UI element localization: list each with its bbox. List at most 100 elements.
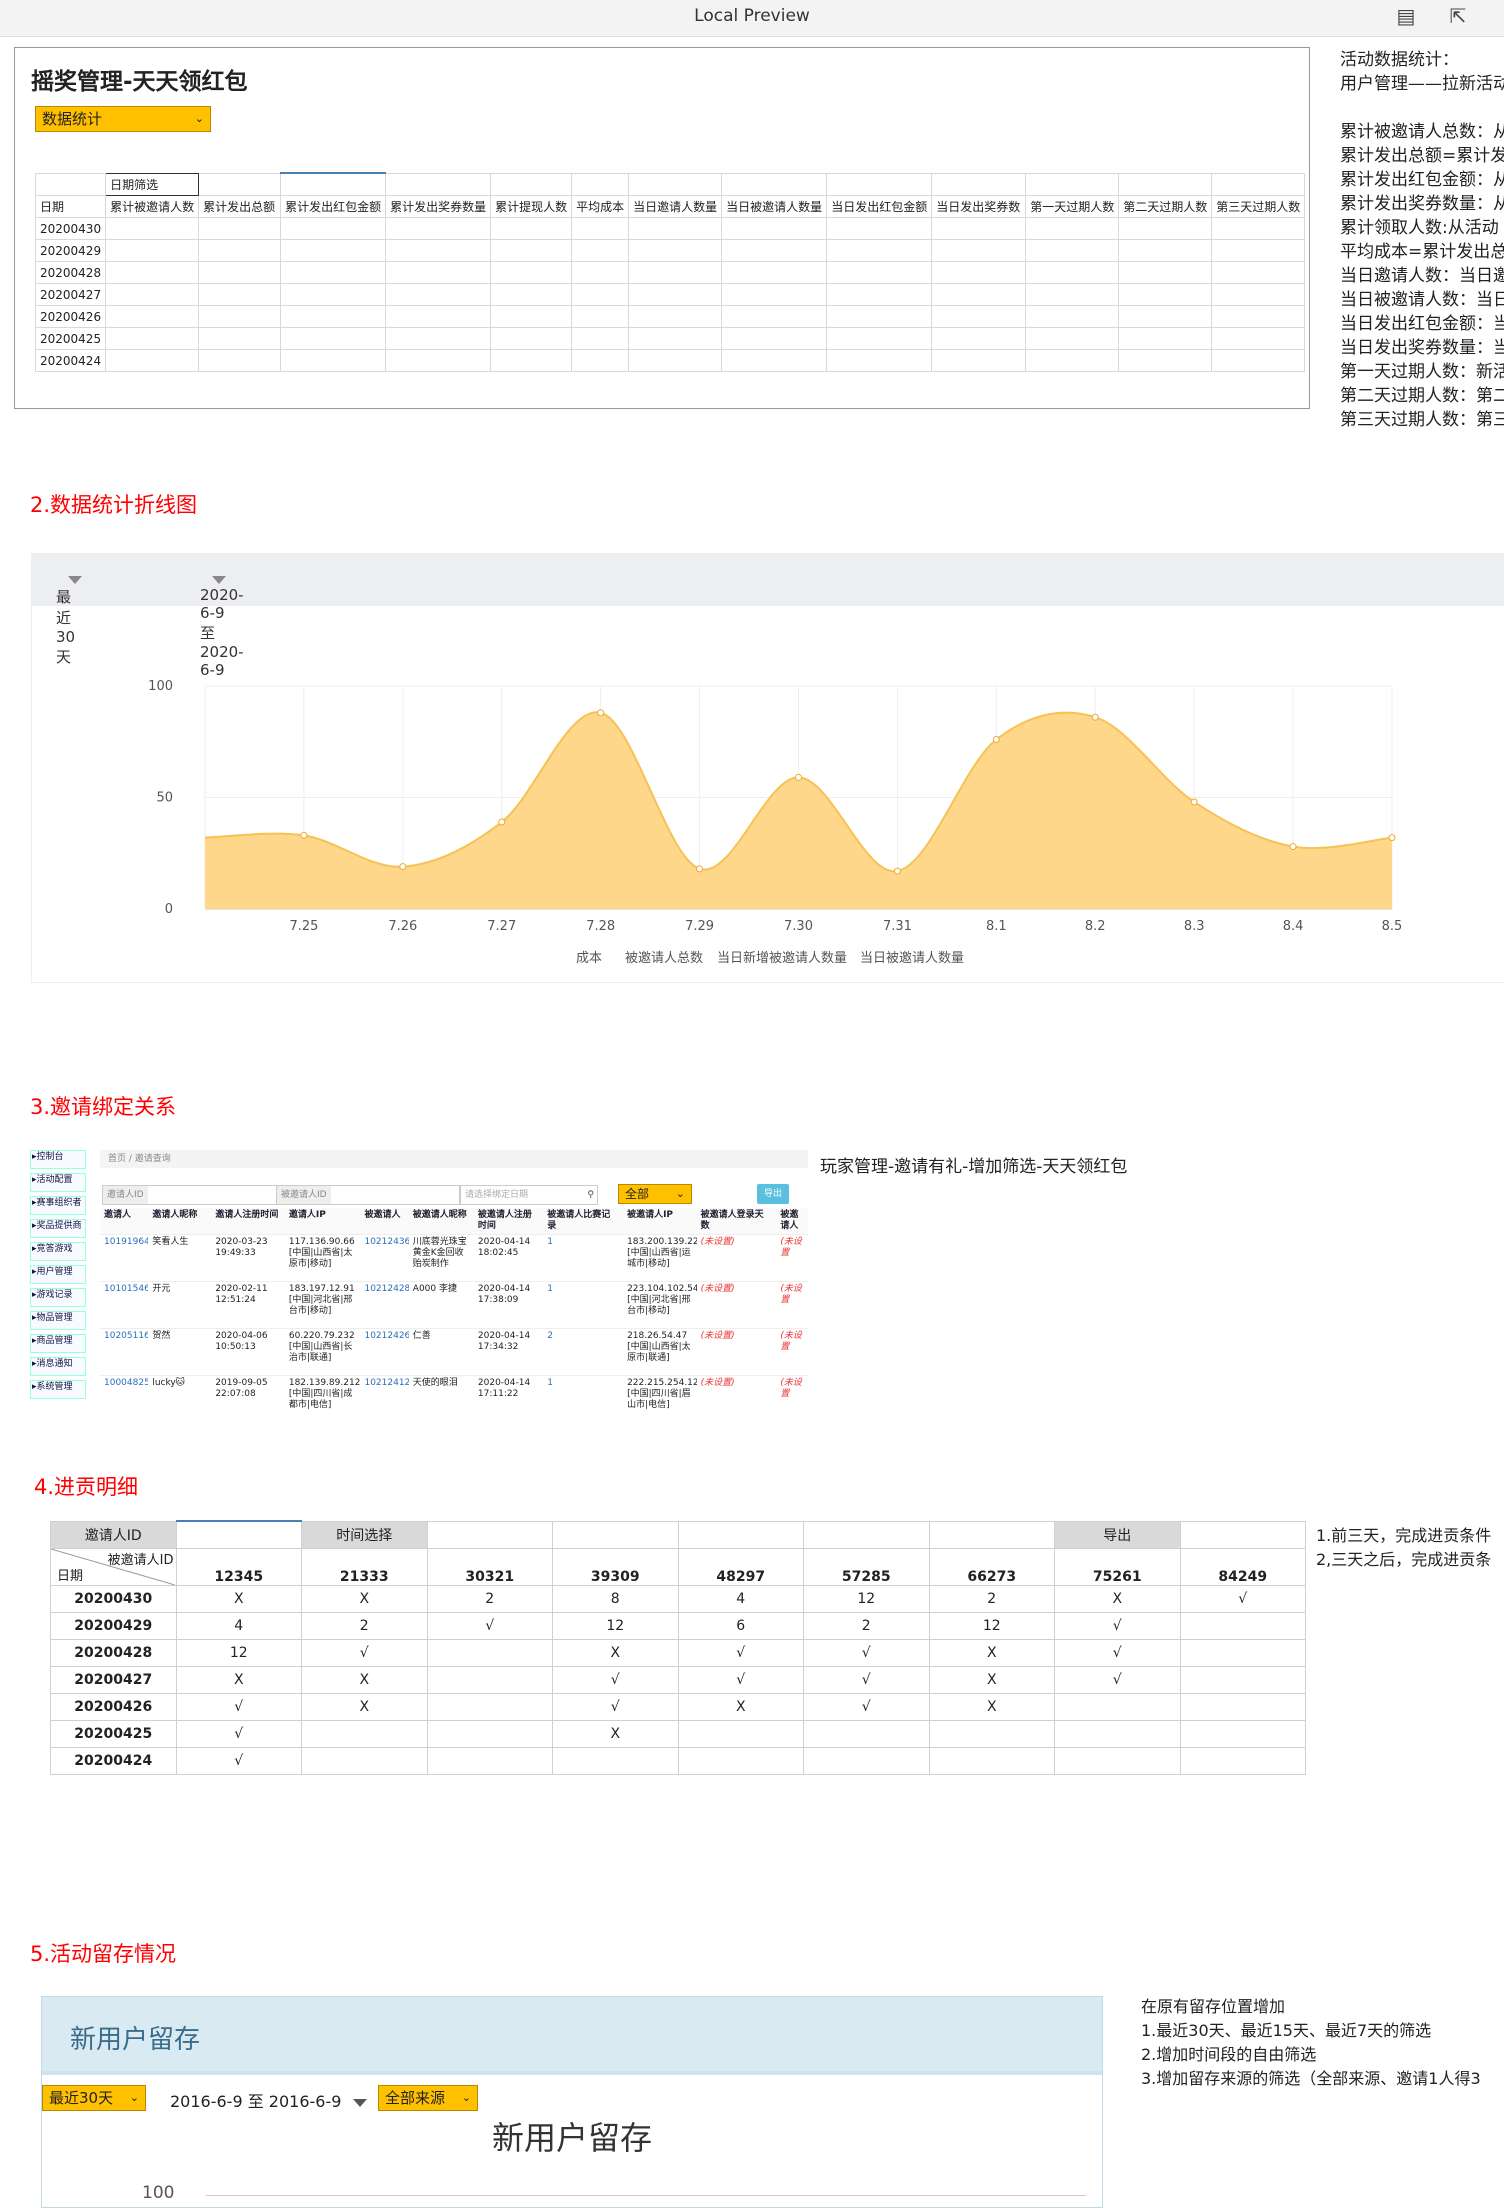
export-icon[interactable]: ⇱ [1446, 4, 1470, 28]
sidebar-item[interactable]: ▸消息通知 [30, 1357, 86, 1376]
breadcrumb-current: 邀请查询 [134, 1154, 171, 1164]
table-cell[interactable]: 10212412 [360, 1375, 409, 1416]
range-dropdown[interactable]: 最近30天 [56, 570, 82, 666]
sidebar-item[interactable]: ▸物品管理 [30, 1311, 86, 1330]
data-cell: X [928, 1666, 1055, 1694]
data-point[interactable] [300, 831, 308, 839]
data-cell [280, 217, 387, 240]
sidebar-item[interactable]: ▸奖品提供商 [30, 1219, 86, 1238]
column-header: 当日邀请人数量 [628, 195, 723, 218]
data-point[interactable] [696, 865, 704, 873]
column-header: 当日发出红包金额 [826, 195, 933, 218]
invitee-id-input[interactable]: 被邀请人ID [276, 1185, 460, 1205]
inviter-id-input[interactable]: 邀请人ID [102, 1185, 280, 1205]
column-header: 平均成本 [571, 195, 630, 218]
date-range-picker[interactable]: 2020-6-9 至 2020-6-9 [200, 570, 244, 679]
reader-icon[interactable]: ▤ [1394, 4, 1418, 28]
filter-row: 邀请人ID 时间选择 导出 [50, 1520, 1306, 1549]
inviter-id-filter[interactable]: 邀请人ID [50, 1520, 177, 1549]
data-cell [721, 283, 828, 306]
export-button[interactable]: 导出 [1054, 1520, 1181, 1549]
sidebar-item[interactable]: ▸活动配置 [30, 1173, 86, 1192]
sidebar-item[interactable]: ▸竞答游戏 [30, 1242, 86, 1261]
column-header: 第二天过期人数 [1118, 195, 1213, 218]
search-icon[interactable]: ⚲ [587, 1186, 594, 1204]
sidebar-item-label: 竞答游戏 [36, 1244, 73, 1254]
data-cell: 2 [928, 1585, 1055, 1613]
data-point[interactable] [498, 818, 506, 826]
data-point[interactable] [893, 867, 901, 875]
sidebar-item[interactable]: ▸商品管理 [30, 1334, 86, 1353]
table-cell: 223.104.102.54 [中国|河北省|邢台市|移动] [623, 1281, 697, 1329]
filter-all-select[interactable]: 全部 ⌄ [618, 1184, 692, 1204]
data-cell [628, 305, 723, 328]
legend-item[interactable]: 当日被邀请人数量 [860, 951, 964, 966]
table-cell[interactable]: 10191964 [100, 1234, 149, 1282]
data-point[interactable] [1289, 843, 1297, 851]
column-header: 被邀请人比赛记录 [543, 1208, 624, 1235]
data-point[interactable] [992, 736, 1000, 744]
retention-date-picker[interactable]: 2016-6-9 至 2016-6-9 [170, 2088, 368, 2112]
table-cell[interactable]: 10212436 [360, 1234, 409, 1282]
table-cell: (未设置 [776, 1281, 808, 1329]
table-cell: 2020-03-23 19:49:33 [211, 1234, 285, 1282]
data-point[interactable] [1190, 798, 1198, 806]
export-button[interactable]: 导出 [757, 1184, 789, 1204]
retention-range-select[interactable]: 最近30天 ⌄ [42, 2085, 146, 2111]
data-cell: X [175, 1585, 302, 1613]
inviter-id-input[interactable] [175, 1520, 302, 1549]
data-cell [721, 349, 828, 372]
legend-item[interactable]: 成本 [576, 951, 602, 966]
data-cell: √ [552, 1693, 679, 1721]
y-tick-label: 100 [148, 679, 173, 694]
data-cell [1054, 1747, 1181, 1775]
table-row: 20200430 [34, 217, 1306, 240]
sidebar-item[interactable]: ▸赛事组织者 [30, 1196, 86, 1215]
date-cell: 20200427 [50, 1666, 177, 1694]
sidebar-item-label: 用户管理 [36, 1267, 73, 1277]
data-cell [1025, 349, 1120, 372]
sidebar-item[interactable]: ▸用户管理 [30, 1265, 86, 1284]
date-filter-cell[interactable]: 日期筛选 [105, 172, 200, 196]
bind-date-input[interactable]: 请选择绑定日期 ⚲ [460, 1185, 598, 1205]
table-cell[interactable]: 10205116 [100, 1328, 149, 1376]
sidebar-item[interactable]: ▸系统管理 [30, 1380, 86, 1399]
data-point[interactable] [597, 709, 605, 717]
table-cell[interactable]: 10212428 [360, 1281, 409, 1329]
data-point[interactable] [795, 773, 802, 781]
x-tick-label: 7.29 [685, 919, 714, 934]
column-header: 累计发出总额 [198, 195, 282, 218]
legend-item[interactable]: 被邀请人总数 [625, 951, 703, 966]
sidebar-item[interactable]: ▸游戏记录 [30, 1288, 86, 1307]
x-tick-label: 8.3 [1184, 919, 1205, 934]
table-row: 20200425 [34, 327, 1306, 350]
time-select-button[interactable]: 时间选择 [301, 1520, 428, 1549]
data-cell [628, 327, 723, 350]
data-cell [385, 283, 492, 306]
table-cell[interactable]: 10212426 [360, 1328, 409, 1376]
data-cell [385, 261, 492, 284]
breadcrumb-home[interactable]: 首页 [108, 1154, 126, 1164]
retention-source-select[interactable]: 全部来源 ⌄ [378, 2085, 478, 2111]
column-header: 邀请人 [100, 1208, 149, 1235]
table-cell[interactable]: 10101546 [100, 1281, 149, 1329]
retention-chart-title: 新用户留存 [491, 2119, 652, 2157]
data-cell [721, 305, 828, 328]
line-chart: 0 50 100 7.25 7.26 7.27 7.28 7.29 7.30 7.31 8.1 8.2… [148, 679, 1402, 966]
date-cell: 20200424 [50, 1747, 177, 1775]
data-cell [1179, 1693, 1306, 1721]
data-cell: √ [677, 1639, 804, 1667]
sidebar-item-label: 商品管理 [36, 1336, 73, 1346]
legend-item[interactable]: 当日新增被邀请人数量 [717, 950, 847, 966]
data-point[interactable] [1091, 713, 1099, 721]
data-point[interactable] [1388, 834, 1396, 842]
table-cell[interactable]: 10004825 [100, 1375, 149, 1416]
sidebar-item[interactable]: ▸控制台 [30, 1150, 86, 1169]
caret-down-icon [353, 2098, 368, 2107]
stats-table: 日期筛选 日期 累计被邀请人数 累计发出总额 累计发出红包金额 累计发出奖券数量 累计提现人… [34, 172, 1306, 372]
data-cell [385, 239, 492, 262]
date-cell: 20200429 [50, 1612, 177, 1640]
table-cell: 60.220.79.232 [中国|山西省|长治市|联通] [284, 1328, 361, 1376]
data-point[interactable] [399, 863, 407, 871]
stats-select[interactable]: 数据统计 ⌄ [35, 106, 211, 132]
